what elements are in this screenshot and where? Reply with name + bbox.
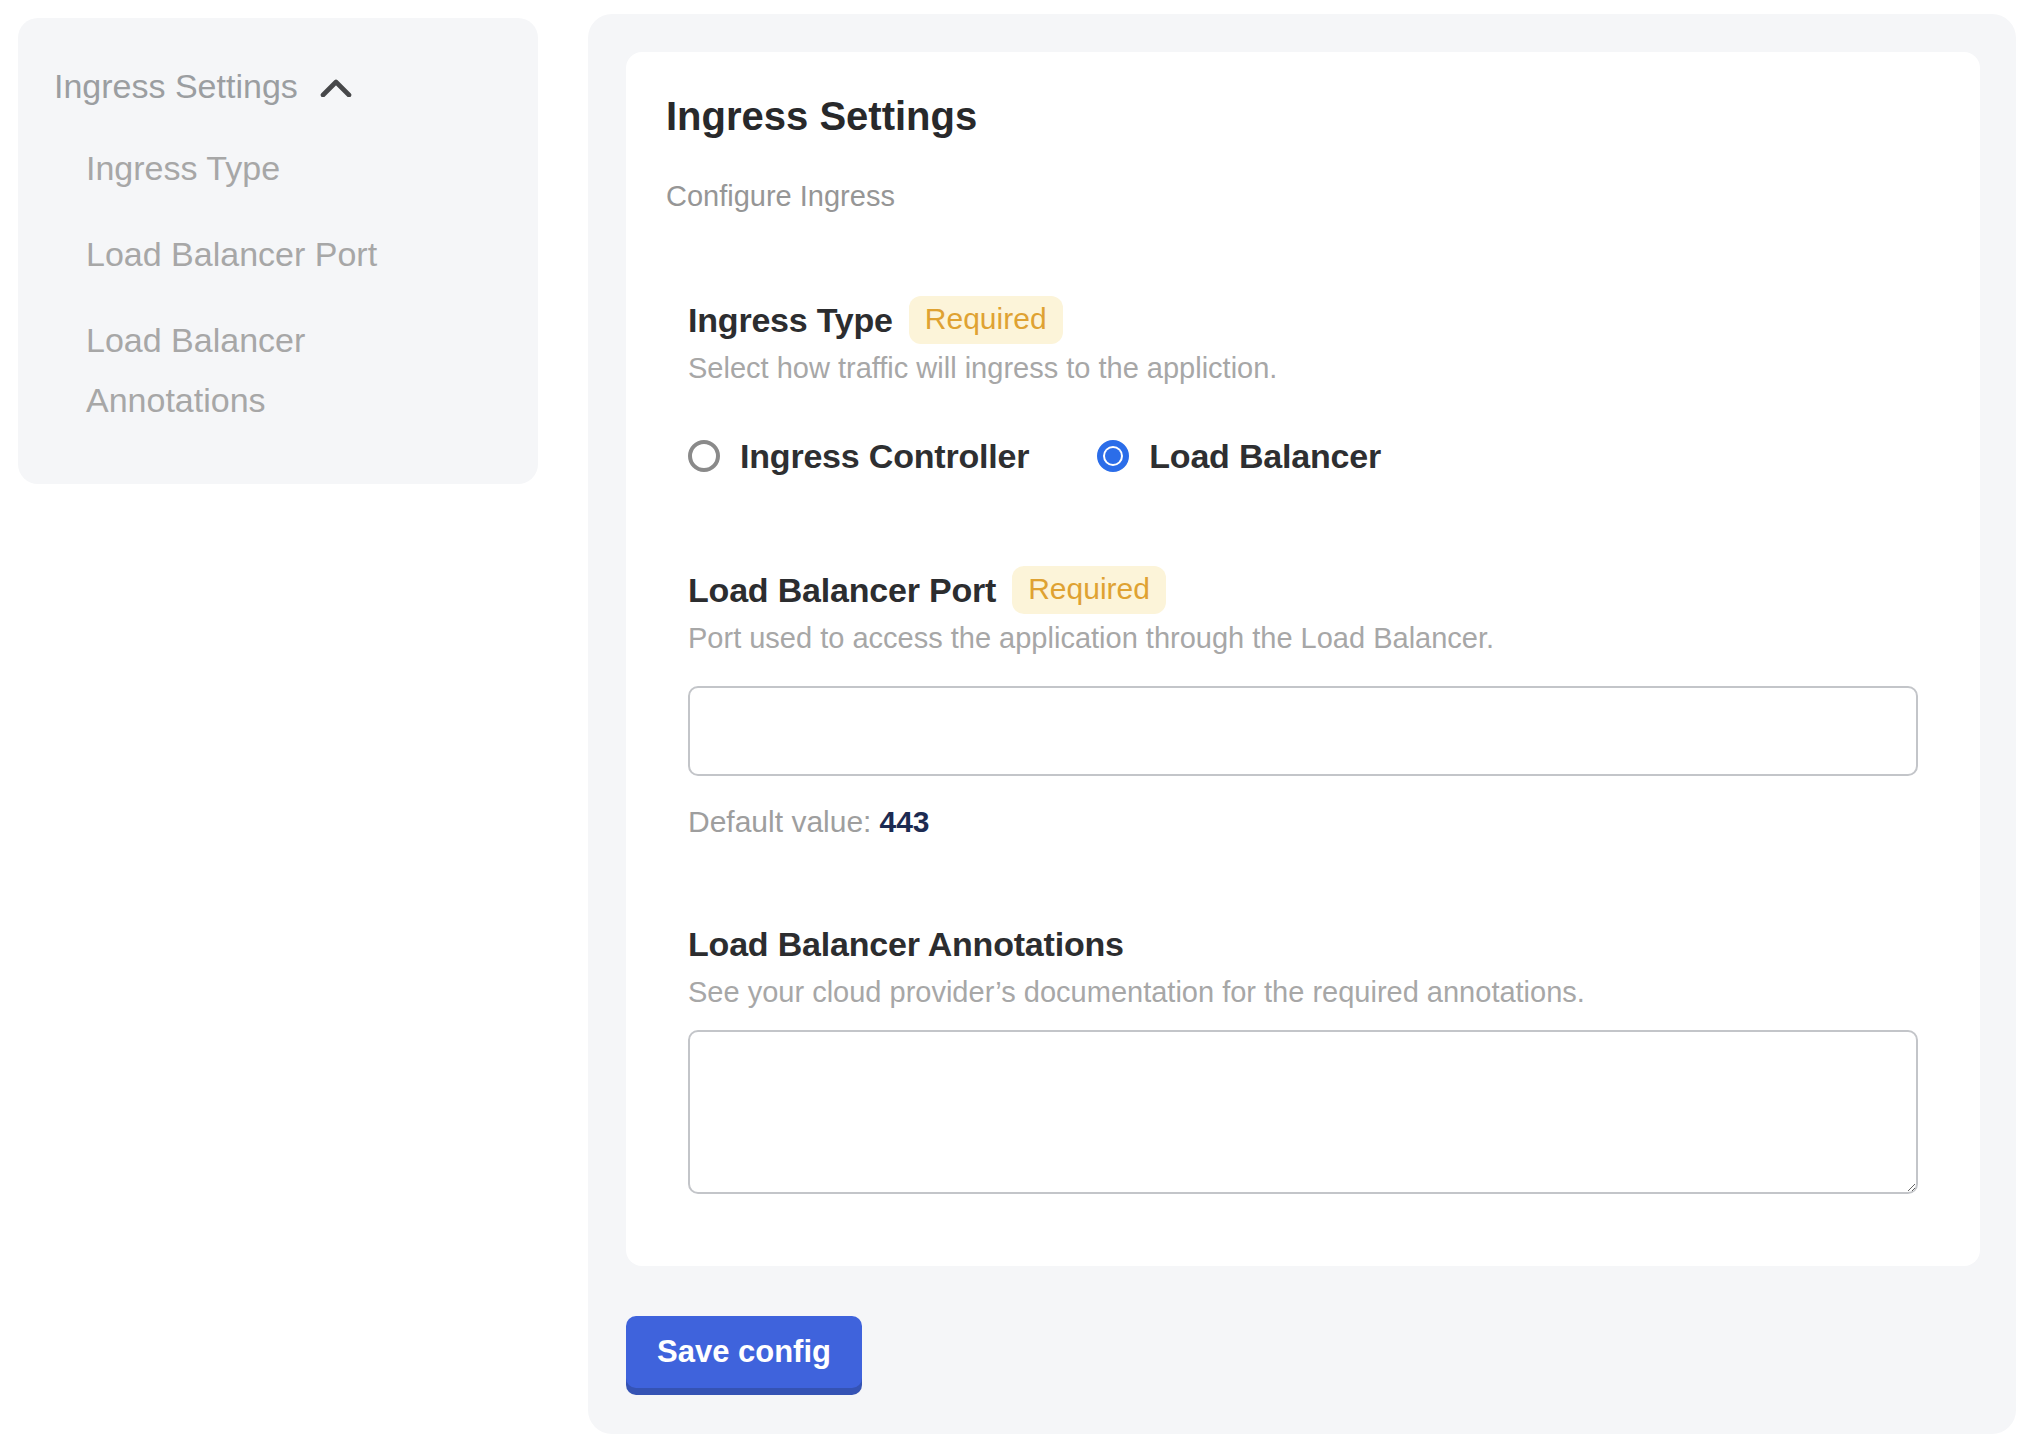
radio-option-load-balancer[interactable]: Load Balancer	[1097, 437, 1381, 476]
chevron-up-icon	[320, 79, 352, 97]
field-description-load-balancer-port: Port used to access the application thro…	[688, 618, 1918, 658]
field-label-ingress-type: Ingress Type	[688, 301, 893, 340]
field-description-load-balancer-annotations: See your cloud provider’s documentation …	[688, 972, 1918, 1012]
sidebar-item-load-balancer-port[interactable]: Load Balancer Port	[86, 224, 434, 284]
radio-label-load-balancer: Load Balancer	[1149, 437, 1381, 476]
card-title: Ingress Settings	[666, 88, 1918, 144]
radio-label-ingress-controller: Ingress Controller	[740, 437, 1029, 476]
radio-unselected-icon	[688, 440, 720, 472]
main-panel: Ingress Settings Configure Ingress Ingre…	[588, 14, 2016, 1434]
field-description-ingress-type: Select how traffic will ingress to the a…	[688, 348, 1918, 388]
field-ingress-type: Ingress Type Required Select how traffic…	[688, 296, 1918, 478]
ingress-settings-card: Ingress Settings Configure Ingress Ingre…	[626, 52, 1980, 1266]
sidebar: Ingress Settings Ingress Type Load Balan…	[18, 18, 538, 484]
default-value-line: Default value:443	[688, 802, 1918, 842]
field-label-load-balancer-annotations: Load Balancer Annotations	[688, 925, 1124, 964]
save-config-button[interactable]: Save config	[626, 1316, 862, 1388]
default-value-label: Default value:	[688, 805, 871, 838]
field-label-row: Load Balancer Annotations	[688, 920, 1918, 968]
ingress-type-options: Ingress Controller Load Balancer	[688, 434, 1918, 478]
field-load-balancer-annotations: Load Balancer Annotations See your cloud…	[688, 920, 1918, 1194]
sidebar-section-ingress-settings[interactable]: Ingress Settings	[54, 66, 502, 106]
radio-selected-icon	[1097, 440, 1129, 472]
load-balancer-annotations-textarea[interactable]	[688, 1030, 1918, 1194]
radio-option-ingress-controller[interactable]: Ingress Controller	[688, 437, 1029, 476]
sidebar-item-ingress-type[interactable]: Ingress Type	[86, 138, 434, 198]
sidebar-item-list: Ingress Type Load Balancer Port Load Bal…	[54, 138, 434, 430]
card-subtitle: Configure Ingress	[666, 176, 1918, 216]
page: Ingress Settings Ingress Type Load Balan…	[0, 0, 2036, 1452]
field-load-balancer-port: Load Balancer Port Required Port used to…	[688, 566, 1918, 842]
required-badge: Required	[909, 296, 1063, 344]
sidebar-section-label: Ingress Settings	[54, 66, 298, 106]
field-label-load-balancer-port: Load Balancer Port	[688, 571, 996, 610]
sidebar-item-load-balancer-annotations[interactable]: Load Balancer Annotations	[86, 310, 434, 430]
required-badge: Required	[1012, 566, 1166, 614]
default-value: 443	[879, 805, 929, 838]
field-label-row: Ingress Type Required	[688, 296, 1918, 344]
load-balancer-port-input[interactable]	[688, 686, 1918, 776]
field-label-row: Load Balancer Port Required	[688, 566, 1918, 614]
